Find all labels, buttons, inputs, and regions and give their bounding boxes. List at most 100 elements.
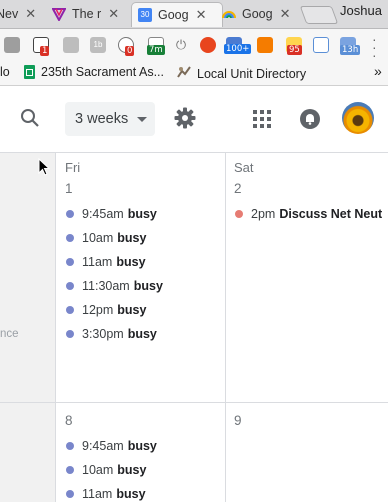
- day-of-week-fri: Fri: [65, 160, 81, 175]
- bookmark-1-label: lo: [0, 65, 10, 79]
- stats-ext-icon[interactable]: 100+: [224, 37, 252, 54]
- gear-icon[interactable]: [174, 107, 196, 134]
- event-title: busy: [127, 327, 157, 341]
- percent-ext-badge: 95: [287, 45, 302, 55]
- event-title: busy: [117, 463, 147, 477]
- avatar[interactable]: [342, 102, 374, 134]
- bookmarks-bar: lo 235th Sacrament As... Local Unit Dire…: [0, 61, 388, 86]
- apps-grid-icon[interactable]: [253, 110, 271, 133]
- event-title: busy: [116, 255, 146, 269]
- more-bookmarks-button[interactable]: »: [374, 63, 382, 79]
- verge-favicon-icon: [51, 7, 67, 23]
- media-ext-icon[interactable]: [63, 37, 79, 53]
- event-time: 11am: [82, 255, 113, 269]
- event-color-dot: [66, 282, 74, 290]
- search-icon[interactable]: [20, 108, 40, 133]
- calendar-event[interactable]: 9:45am busy: [66, 439, 157, 453]
- event-color-dot: [235, 210, 243, 218]
- shield-ext-icon[interactable]: [200, 37, 216, 53]
- event-color-dot: [66, 234, 74, 242]
- percent-ext-icon[interactable]: 95: [286, 37, 302, 55]
- calendar-ext-icon[interactable]: [313, 37, 329, 53]
- profile-name[interactable]: Joshua: [340, 3, 382, 18]
- bookmark-1[interactable]: lo: [0, 65, 10, 79]
- calendar-event[interactable]: 11am busy: [66, 487, 146, 501]
- tab-2-label: The r: [72, 7, 102, 21]
- tab-3-active[interactable]: 30 Goog ✕: [131, 2, 223, 27]
- sync-ext-icon[interactable]: 1: [33, 37, 50, 56]
- day-number[interactable]: 1: [65, 181, 73, 196]
- event-time: 11:30am: [82, 279, 130, 293]
- side-panel-text: nce: [0, 328, 19, 340]
- event-time: 2pm: [251, 207, 276, 221]
- tab-2[interactable]: The r ✕: [51, 2, 119, 26]
- event-time: 9:45am: [82, 207, 124, 221]
- tab-1-close-icon[interactable]: ✕: [25, 6, 36, 22]
- column-divider: [225, 153, 226, 502]
- calendar-grid: nce Fri 1 9:45am busy 10am busy 11am busy 11:3…: [0, 153, 388, 502]
- day-number[interactable]: 9: [234, 413, 242, 428]
- browser-tab-strip: Nev ✕ The r ✕ 30 Goog ✕ Goog ✕ Joshua: [0, 0, 388, 29]
- timer-ext-badge: 7m: [147, 45, 165, 55]
- tab-4[interactable]: Goog ✕: [222, 2, 291, 26]
- hours-ext-icon[interactable]: 13h: [340, 37, 361, 55]
- calendar-event[interactable]: 9:45am busy: [66, 207, 157, 221]
- unit-directory-icon: [176, 65, 192, 82]
- view-range-label: 3 weeks: [75, 111, 129, 127]
- day-of-week-sat: Sat: [234, 160, 254, 175]
- event-title: busy: [127, 439, 157, 453]
- new-tab-button[interactable]: [299, 6, 339, 24]
- drive-favicon-icon: [222, 7, 236, 21]
- tab-3-label: Goog: [158, 8, 189, 22]
- event-time: 9:45am: [82, 439, 124, 453]
- bookmark-sacrament[interactable]: 235th Sacrament As...: [24, 65, 164, 79]
- puzzle-ext-icon[interactable]: [4, 37, 20, 53]
- event-title: Discuss Net Neut: [279, 207, 383, 221]
- tab-4-close-icon[interactable]: ✕: [280, 6, 291, 22]
- event-color-dot: [66, 490, 74, 498]
- tab-2-close-icon[interactable]: ✕: [108, 6, 119, 22]
- chrome-menu-icon[interactable]: · · ·: [372, 32, 377, 62]
- bookmark-sacrament-label: 235th Sacrament As...: [41, 65, 164, 79]
- bookmark-unit-directory-label: Local Unit Directory: [197, 66, 307, 81]
- calendar-event[interactable]: 10am busy: [66, 463, 146, 477]
- calendar-event[interactable]: 12pm busy: [66, 303, 146, 317]
- event-time: 10am: [82, 463, 114, 477]
- event-color-dot: [66, 210, 74, 218]
- reddit-ext-icon[interactable]: 0: [118, 37, 135, 56]
- sync-ext-badge: 1: [40, 46, 50, 56]
- calendar-event[interactable]: 10am busy: [66, 231, 146, 245]
- calendar-header: 3 weeks: [0, 86, 388, 153]
- mouse-cursor-icon: [38, 157, 51, 181]
- event-title: busy: [127, 207, 157, 221]
- view-range-dropdown[interactable]: 3 weeks: [65, 102, 155, 136]
- tab-1[interactable]: Nev ✕: [0, 2, 36, 26]
- calendar-event[interactable]: 3:30pm busy: [66, 327, 157, 341]
- notifications-bell-icon[interactable]: [299, 108, 321, 135]
- calendar-event[interactable]: 11am busy: [66, 255, 146, 269]
- event-time: 11am: [82, 487, 113, 501]
- hours-ext-badge: 13h: [340, 45, 361, 55]
- power-ext-icon[interactable]: ⏻: [173, 37, 189, 53]
- event-color-dot: [66, 466, 74, 474]
- day-number[interactable]: 8: [65, 413, 73, 428]
- event-color-dot: [66, 330, 74, 338]
- app-ext-icon[interactable]: [257, 37, 273, 53]
- day-number[interactable]: 2: [234, 181, 242, 196]
- column-divider: [55, 153, 56, 502]
- calendar-event[interactable]: 2pm Discuss Net Neut: [235, 207, 382, 221]
- event-color-dot: [66, 258, 74, 266]
- calendar-favicon-icon: 30: [138, 8, 152, 22]
- bookmark-unit-directory[interactable]: Local Unit Directory: [176, 65, 306, 82]
- timer-ext-icon[interactable]: 7m: [147, 37, 165, 55]
- event-color-dot: [66, 442, 74, 450]
- week-divider: [0, 402, 388, 403]
- calendar-event[interactable]: 11:30am busy: [66, 279, 163, 293]
- event-title: busy: [117, 231, 147, 245]
- event-title: busy: [133, 279, 163, 293]
- event-color-dot: [66, 306, 74, 314]
- counter-ext-icon[interactable]: 1b: [90, 37, 106, 53]
- tab-3-close-icon[interactable]: ✕: [196, 7, 207, 23]
- event-time: 10am: [82, 231, 114, 245]
- tab-4-label: Goog: [242, 7, 273, 21]
